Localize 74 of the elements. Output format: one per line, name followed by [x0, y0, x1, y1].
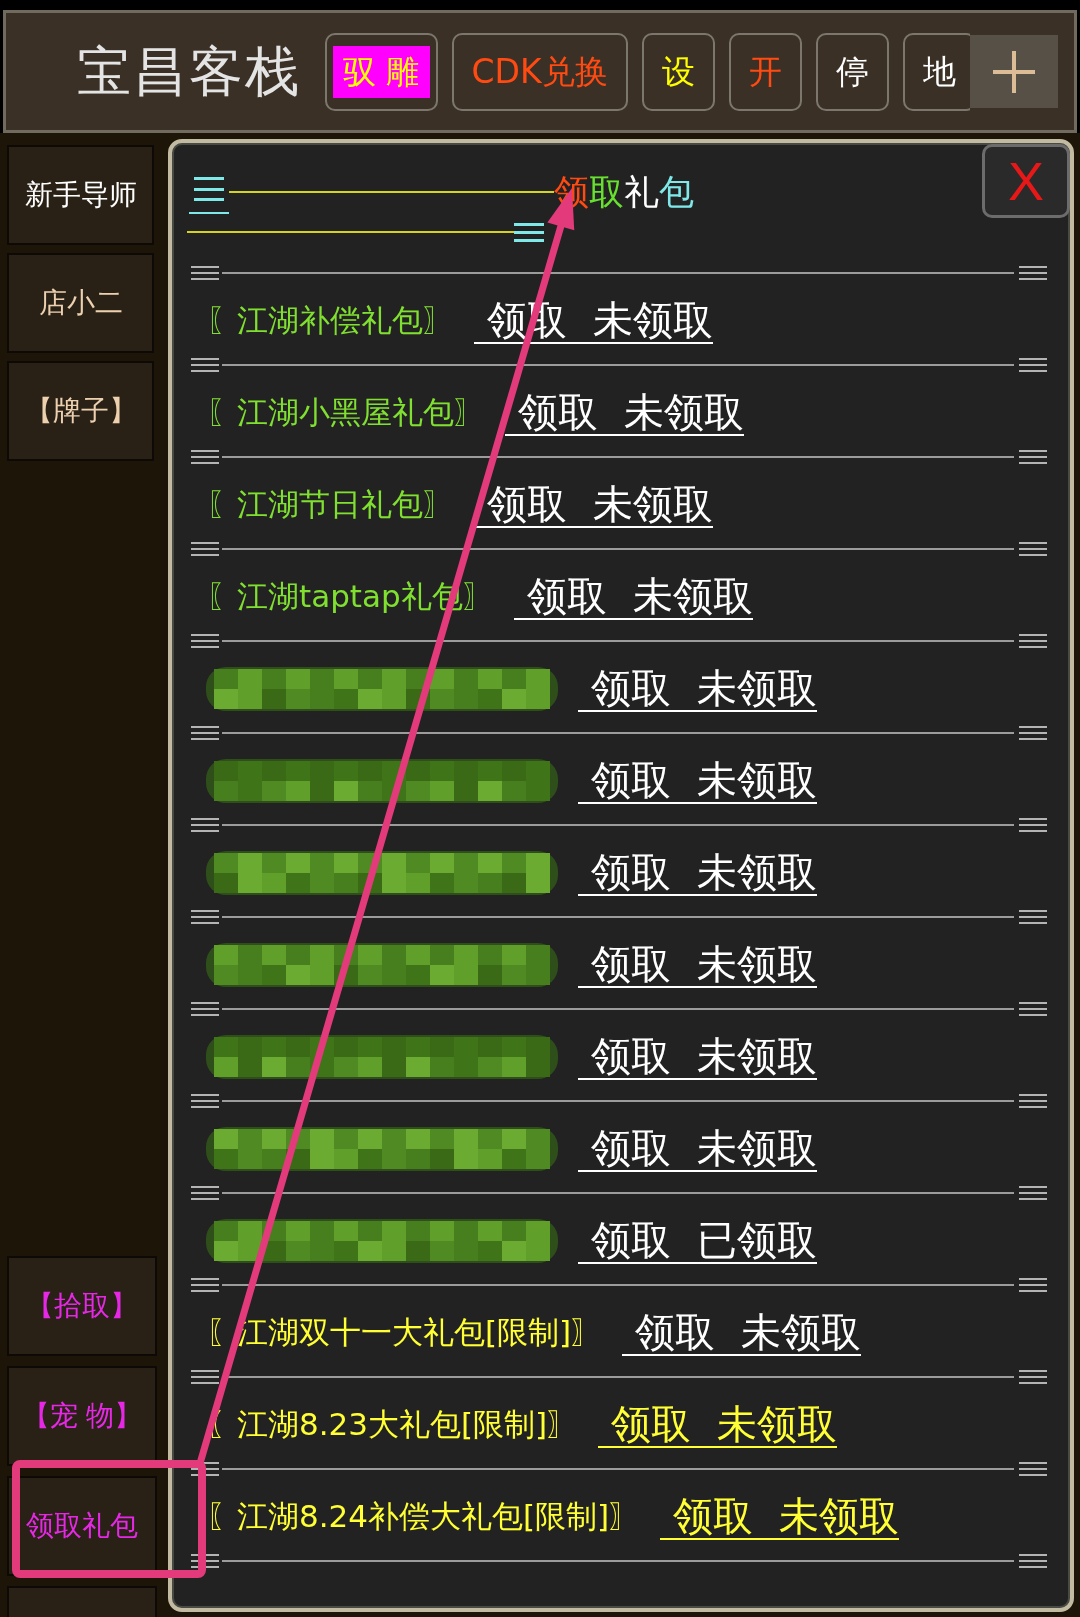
sidebar-button[interactable]: 【宠 物】: [7, 1366, 157, 1466]
grip-icon: [191, 542, 219, 556]
grip-icon: [1019, 1094, 1047, 1108]
grip-icon: [191, 266, 219, 280]
grip-icon: [191, 726, 219, 740]
sidebar-button[interactable]: 【牌子】: [7, 361, 154, 461]
gift-name: 〖江湖8.24补偿大礼包[限制]〗: [206, 1498, 641, 1536]
claim-status: 未领取: [684, 942, 817, 988]
claim-link[interactable]: 领取: [578, 850, 684, 896]
grip-icon: [1019, 542, 1047, 556]
claim-link[interactable]: 领取: [578, 942, 684, 988]
grip-icon: [1019, 1002, 1047, 1016]
claim-status: 未领取: [766, 1494, 900, 1540]
grip-icon: [1019, 1186, 1047, 1200]
menu-icon: [514, 221, 544, 243]
grip-icon: [1019, 1554, 1047, 1568]
grip-icon: [1019, 1462, 1047, 1476]
grip-icon: [191, 358, 219, 372]
toolbar-button[interactable]: CDK兑换: [451, 32, 628, 111]
claim-status: 未领取: [611, 390, 744, 436]
gift-name: 〖江湖小黑屋礼包〗: [206, 394, 485, 432]
grip-icon: [191, 1002, 219, 1016]
app-title: 宝昌客栈: [77, 41, 301, 102]
grip-icon: [1019, 818, 1047, 832]
claim-link[interactable]: 领取: [598, 1402, 705, 1448]
claim-status: 未领取: [580, 482, 713, 528]
claim-status: 未领取: [728, 1310, 862, 1356]
claim-status: 未领取: [684, 758, 817, 804]
claim-status: 未领取: [580, 298, 713, 344]
grip-icon: [1019, 266, 1047, 280]
claim-status: 未领取: [684, 666, 817, 712]
claim-link[interactable]: 领取: [578, 1034, 684, 1080]
grip-icon: [191, 1462, 219, 1476]
claim-status: 未领取: [684, 1034, 817, 1080]
grip-icon: [191, 910, 219, 924]
claim-link[interactable]: 领取: [513, 574, 620, 620]
grip-icon: [1019, 726, 1047, 740]
grip-icon: [1019, 1370, 1047, 1384]
grip-icon: [1019, 1278, 1047, 1292]
grip-icon: [191, 1278, 219, 1292]
toolbar-button[interactable]: 开: [728, 32, 802, 111]
sidebar-button[interactable]: 店小二: [7, 253, 154, 353]
toolbar-button[interactable]: 设: [641, 32, 715, 111]
grip-icon: [1019, 450, 1047, 464]
claim-link[interactable]: 领取: [474, 482, 580, 528]
claim-link[interactable]: 领取: [505, 390, 611, 436]
grip-icon: [191, 450, 219, 464]
claim-status: 已领取: [684, 1218, 817, 1264]
sidebar-button[interactable]: 【拾取】: [7, 1256, 157, 1356]
grip-icon: [1019, 910, 1047, 924]
claim-link[interactable]: 领取: [578, 666, 684, 712]
claim-status: 未领取: [684, 1126, 817, 1172]
plus-icon: [993, 50, 1035, 93]
claim-status: 未领取: [619, 574, 753, 620]
claim-link[interactable]: 领取: [578, 1218, 684, 1264]
grip-icon: [1019, 358, 1047, 372]
claim-link[interactable]: 领取: [578, 1126, 684, 1172]
claim-link[interactable]: 领取: [622, 1310, 729, 1356]
grip-icon: [191, 818, 219, 832]
claim-status: 未领取: [684, 850, 817, 896]
claim-link[interactable]: 领取: [660, 1494, 767, 1540]
grip-icon: [191, 1094, 219, 1108]
grip-icon: [191, 1186, 219, 1200]
claim-status: 未领取: [704, 1402, 838, 1448]
toolbar-button[interactable]: 停: [815, 32, 889, 111]
claim-link[interactable]: 领取: [578, 758, 684, 804]
grip-icon: [191, 634, 219, 648]
add-button[interactable]: [970, 35, 1058, 108]
gift-name: 〖江湖节日礼包〗: [206, 486, 454, 524]
grip-icon: [191, 1370, 219, 1384]
grip-icon: [1019, 634, 1047, 648]
gift-name: 〖江湖补偿礼包〗: [206, 302, 454, 340]
grip-icon: [191, 1554, 219, 1568]
sidebar-button[interactable]: 新手导师: [7, 145, 154, 245]
